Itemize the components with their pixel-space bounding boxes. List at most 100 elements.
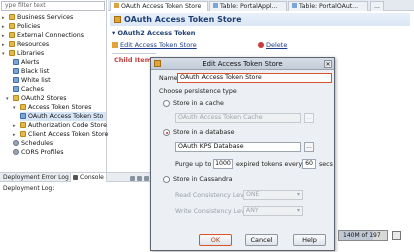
tab-oauth-access-token-store[interactable]: OAuth Access Token Store <box>110 1 208 11</box>
dialog-title-bar[interactable]: Edit Access Token Store ✕ <box>151 58 334 70</box>
clear-console-icon[interactable] <box>130 176 135 181</box>
tree-item-label: CORS Profiles <box>21 149 64 156</box>
tab-table-portal-oaut[interactable]: Table: PortalOAut... <box>288 1 368 11</box>
store-in-cassandra-label[interactable]: Store in Cassandra <box>173 176 233 183</box>
folder-icon <box>13 95 19 101</box>
tree-item-label: Access Token Stores <box>28 104 92 111</box>
tree-item-black-list[interactable]: Black list <box>13 67 49 76</box>
tree-item-caches[interactable]: Caches <box>13 85 44 94</box>
tree-item-label: Authorization Code Store <box>28 122 107 129</box>
tab-table-portal-appl[interactable]: Table: PortalAppl... <box>209 1 287 11</box>
delete-icon <box>258 42 264 48</box>
write-consistency-select[interactable]: ANY <box>243 206 303 216</box>
name-field[interactable]: OAuth Access Token Store <box>177 73 332 83</box>
dialog-title: Edit Access Token Store <box>202 60 283 68</box>
read-consistency-select[interactable]: ONE <box>243 190 303 200</box>
tree-item-label: White list <box>21 77 51 84</box>
collapse-triangle-icon[interactable]: ▾ <box>13 104 20 113</box>
table-icon <box>213 3 218 8</box>
token-store-icon <box>114 16 121 23</box>
write-consistency-label: Write Consistency Level <box>175 208 251 215</box>
store-in-cache-label[interactable]: Store in a cache <box>173 100 224 107</box>
tree-item-external-connections[interactable]: ▸ External Connections <box>2 31 84 40</box>
alert-icon <box>13 59 19 65</box>
tree-item-policies[interactable]: ▸ Policies <box>2 22 40 31</box>
name-label: Name <box>159 75 178 82</box>
cancel-button[interactable]: Cancel <box>245 234 278 246</box>
tree-item-cors-profiles[interactable]: CORS Profiles <box>13 148 64 157</box>
garbage-collect-icon[interactable] <box>392 231 401 240</box>
database-field[interactable]: OAuth KPS Database <box>175 142 301 152</box>
tree-item-client-access-token-store[interactable]: ▸ Client Access Token Store <box>13 130 108 139</box>
tree-item-label: Business Services <box>17 14 74 21</box>
purge-interval-field[interactable]: 60 <box>302 159 316 169</box>
tab-label: Table: PortalAppl... <box>220 3 278 10</box>
store-in-database-label[interactable]: Store in a database <box>173 129 234 136</box>
editor-tab-bar: OAuth Access Token Store Table: PortalAp… <box>108 0 414 11</box>
tab-console[interactable]: Console <box>70 173 107 182</box>
tree-item-label: External Connections <box>17 32 85 39</box>
tree-item-alerts[interactable]: Alerts <box>13 58 39 67</box>
folder-icon <box>20 122 26 128</box>
tree-item-resources[interactable]: ▸ Resources <box>2 40 49 49</box>
folder-icon <box>20 104 26 110</box>
display-console-icon[interactable] <box>144 176 149 181</box>
memory-indicator[interactable]: 140M of 197 <box>338 230 388 241</box>
tab-label: Console <box>80 174 104 181</box>
bottom-tab-bar: Deployment Error Log Console <box>0 172 170 182</box>
tree-item-label: Caches <box>21 86 44 93</box>
purge-count-field[interactable]: 1000 <box>213 159 233 169</box>
ok-button[interactable]: OK <box>199 234 232 246</box>
folder-icon <box>20 131 26 137</box>
read-consistency-label: Read Consistency Level <box>175 192 250 199</box>
link-label: Edit Access Token Store <box>120 41 197 49</box>
pin-console-icon[interactable] <box>137 176 142 181</box>
page-title-text: OAuth Access Token Store <box>124 15 242 24</box>
cache-browse-button[interactable]: ... <box>304 113 314 123</box>
tree-item-authorization-code-store[interactable]: ▸ Authorization Code Store <box>13 121 107 130</box>
token-store-icon <box>20 113 26 119</box>
folder-icon <box>9 41 15 47</box>
tree-item-oauth-access-token-store[interactable]: OAuth Access Token Sto <box>20 112 106 121</box>
delete-link[interactable]: Delete <box>258 41 287 49</box>
tree-item-schedules[interactable]: Schedules <box>13 139 53 148</box>
token-store-icon <box>154 60 161 67</box>
tab-label: Table: PortalOAut... <box>299 3 359 10</box>
collapse-triangle-icon[interactable]: ▾ <box>6 95 13 104</box>
help-button[interactable]: Help <box>293 234 326 246</box>
tree-item-label: Resources <box>17 41 50 48</box>
navigator-tree-panel: ype filter text ▸ Business Services ▸ Poli… <box>0 0 108 172</box>
link-label: Delete <box>266 41 288 49</box>
console-text: Deployment Log: <box>3 185 55 192</box>
store-in-database-radio[interactable] <box>163 129 170 136</box>
store-in-cache-radio[interactable] <box>163 100 170 107</box>
console-icon <box>73 175 78 180</box>
tree-item-label: Client Access Token Store <box>28 131 109 138</box>
tree-item-white-list[interactable]: White list <box>13 76 51 85</box>
persistence-label: Choose persistence type <box>159 88 237 95</box>
tree-item-oauth2-stores[interactable]: ▾ OAuth2 Stores <box>6 94 67 103</box>
cors-icon <box>13 149 19 155</box>
folder-icon <box>9 23 15 29</box>
filter-input[interactable]: ype filter text <box>1 1 105 11</box>
purge-unit-label: secs <box>319 161 333 168</box>
tree-item-label: OAuth Access Token Sto <box>28 113 104 120</box>
edit-icon <box>112 42 118 48</box>
cache-field[interactable]: OAuth Access Token Cache <box>175 113 301 123</box>
tab-overflow[interactable]: ... <box>370 1 384 11</box>
tab-label: ... <box>374 3 380 10</box>
tree-item-libraries[interactable]: ▾ Libraries <box>2 49 44 58</box>
collapse-triangle-icon[interactable]: ▾ <box>2 50 9 59</box>
database-browse-button[interactable]: ... <box>304 142 314 152</box>
tree-item-label: Schedules <box>21 140 54 147</box>
tree-item-label: OAuth2 Stores <box>21 95 67 102</box>
close-icon[interactable]: ✕ <box>324 60 332 68</box>
tree-item-business-services[interactable]: ▸ Business Services <box>2 13 73 22</box>
tree-item-access-token-stores[interactable]: ▾ Access Token Stores <box>13 103 91 112</box>
token-store-icon <box>114 3 119 8</box>
edit-access-token-store-link[interactable]: Edit Access Token Store <box>112 41 197 49</box>
tab-deployment-error-log[interactable]: Deployment Error Log <box>1 173 71 182</box>
store-in-cassandra-radio[interactable] <box>163 176 170 183</box>
tree-item-label: Policies <box>17 23 41 30</box>
tree-item-label: Libraries <box>17 50 45 57</box>
